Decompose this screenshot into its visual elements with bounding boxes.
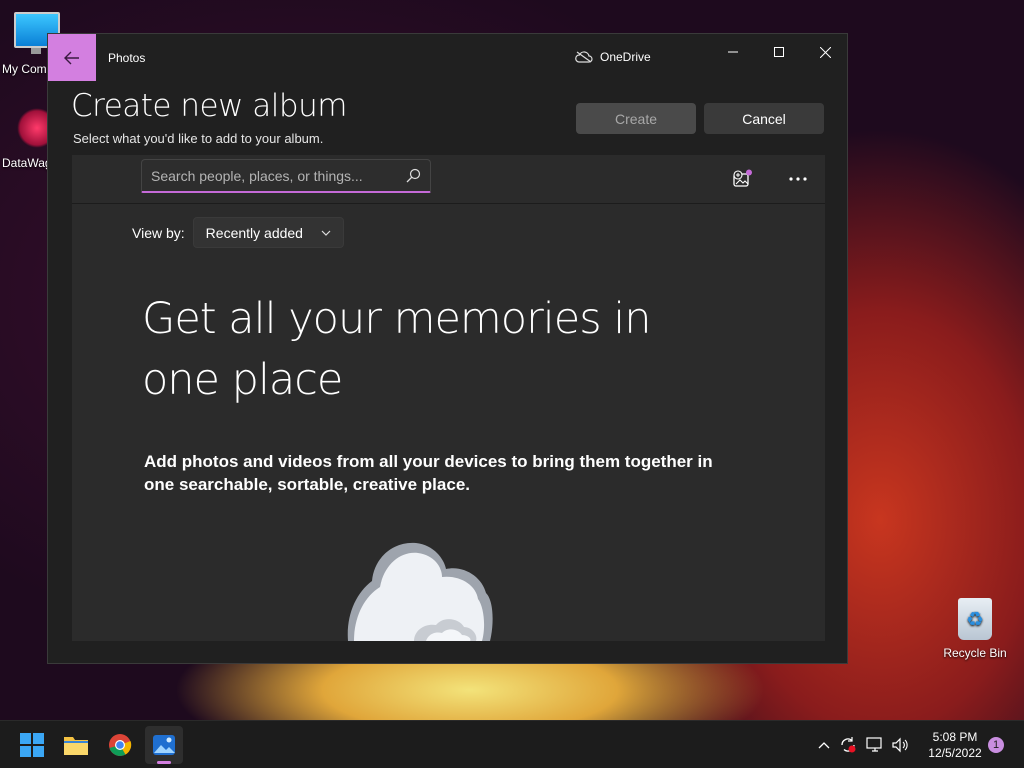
create-button[interactable]: Create [576,103,696,134]
more-icon [789,177,807,181]
title-bar[interactable]: Photos OneDrive [48,34,847,82]
album-content-panel: View by: Recently added Get all your mem… [72,155,825,641]
more-options-button[interactable] [784,166,812,192]
recycle-bin-icon: ♻ [958,598,992,640]
cancel-button[interactable]: Cancel [704,103,824,134]
search-input[interactable] [142,166,398,185]
photos-taskbar-button[interactable] [145,726,183,764]
view-by-selected: Recently added [205,224,303,241]
photos-icon [153,735,175,755]
close-icon [819,46,831,58]
chevron-down-icon [321,230,331,236]
desktop-icon-label: Recycle Bin [943,646,1007,660]
close-button[interactable] [802,38,848,66]
page-subtitle: Select what you'd like to add to your al… [73,131,324,146]
taskbar-clock[interactable]: 5:08 PM 12/5/2022 [916,729,994,761]
page-title: Create new album [71,88,347,124]
network-status[interactable] [864,735,886,755]
chrome-icon [109,734,132,756]
view-by-label: View by: [132,224,185,241]
taskbar: 5:08 PM 12/5/2022 1 [0,720,1024,768]
onedrive-status[interactable]: OneDrive [575,50,651,64]
search-box[interactable] [141,159,431,193]
photos-window: Photos OneDrive Create new album Select … [47,33,848,664]
hero-subtitle: Add photos and videos from all your devi… [144,452,713,494]
maximize-button[interactable] [756,38,802,66]
volume-icon [892,737,908,753]
minimize-button[interactable] [710,38,756,66]
search-icon[interactable] [398,168,428,183]
start-button[interactable] [13,726,51,764]
clock-time: 5:08 PM [932,730,978,744]
clock-date: 12/5/2022 [928,746,982,760]
file-explorer-button[interactable] [57,726,95,764]
back-button[interactable] [48,34,96,81]
volume-control[interactable] [889,735,911,755]
back-arrow-icon [64,51,79,64]
app-title: Photos [108,51,146,65]
show-hidden-icons-button[interactable] [813,735,835,755]
cloud-illustration [347,542,493,641]
cloud-off-icon [575,51,593,63]
file-explorer-icon [64,737,88,755]
chevron-up-icon [818,742,830,749]
desktop-icon-recycle-bin[interactable]: ♻ Recycle Bin [940,598,1010,660]
maximize-icon [774,47,784,57]
chrome-button[interactable] [101,726,139,764]
panel-toolbar [72,155,825,204]
minimize-icon [728,51,738,53]
view-by-control: View by: Recently added [132,217,344,248]
import-icon [733,169,752,187]
windows-start-icon [20,733,44,757]
notification-badge[interactable]: 1 [988,737,1004,753]
network-icon [866,737,882,752]
sync-icon [841,737,856,753]
sync-status[interactable] [837,735,859,755]
onedrive-label: OneDrive [600,50,651,64]
import-button[interactable] [729,166,757,192]
view-by-dropdown[interactable]: Recently added [192,217,344,248]
hero-title: Get all your memories in one place [142,294,651,405]
